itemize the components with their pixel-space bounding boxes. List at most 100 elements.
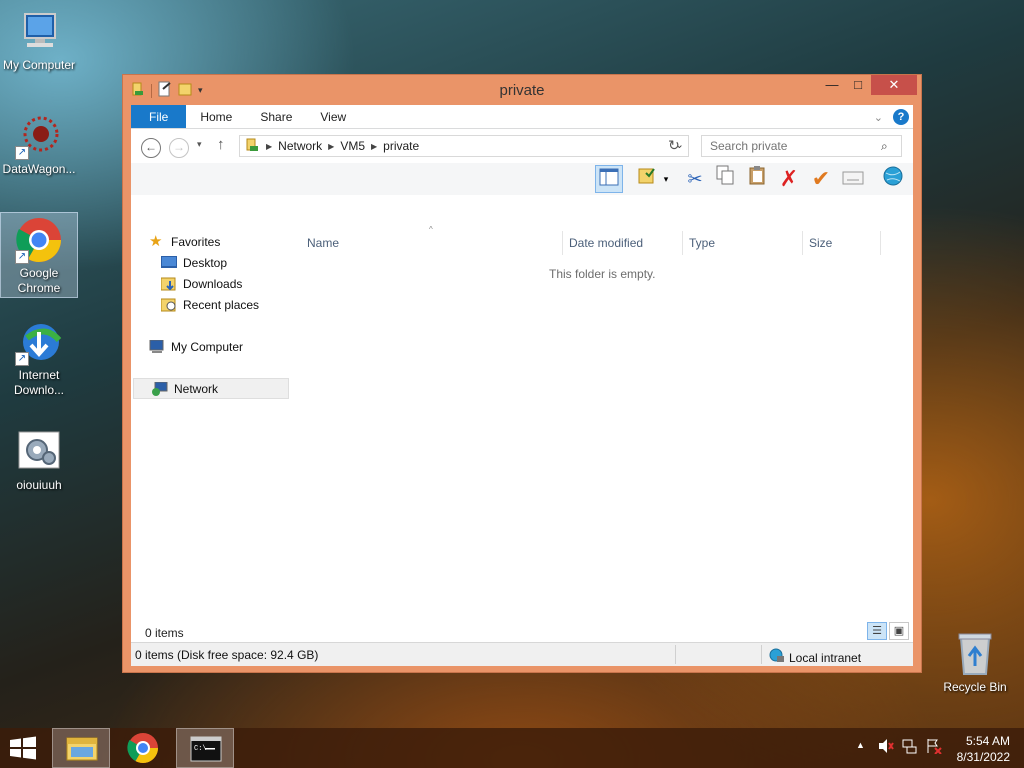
view-toggle: ☰ ▣ — [867, 622, 909, 640]
empty-folder-message: This folder is empty. — [549, 267, 656, 281]
system-tray: ▲ 5:54 AM 8/31/2022 — [844, 728, 1024, 768]
tab-view[interactable]: View — [306, 105, 360, 128]
taskbar-command-prompt[interactable]: C:\ — [176, 728, 234, 768]
preview-pane-button[interactable] — [595, 165, 623, 193]
desktop-icon-oiouiuuh[interactable]: oiouiuuh — [1, 428, 77, 493]
details-view-button[interactable]: ☰ — [867, 622, 887, 640]
explorer-content: File Home Share View ⌄ ? ← → ▾ ↑ ▶ Netwo… — [131, 105, 913, 666]
nav-desktop[interactable]: Desktop — [131, 252, 291, 273]
status-zone: Local intranet — [769, 648, 861, 667]
chrome-icon: ↗ — [15, 216, 63, 264]
search-input[interactable] — [701, 135, 902, 157]
nav-downloads-label: Downloads — [183, 276, 243, 291]
intranet-globe-icon — [769, 648, 785, 667]
maximize-button[interactable]: □ — [845, 75, 871, 95]
show-hidden-icons-icon[interactable]: ▲ — [856, 740, 865, 750]
address-row: ← → ▾ ↑ ▶ Network ▶ VM5 ▶ private ⌄ ↻ ⌕ — [131, 129, 913, 163]
nav-favorites[interactable]: ★ Favorites — [131, 231, 291, 252]
close-button[interactable]: ✕ — [871, 75, 917, 95]
start-button[interactable] — [8, 736, 38, 760]
breadcrumb-network[interactable]: Network — [278, 139, 322, 153]
expand-ribbon-icon[interactable]: ⌄ — [874, 111, 883, 124]
star-icon: ★ — [149, 232, 163, 250]
folder-options-icon[interactable] — [633, 165, 661, 193]
refresh-icon[interactable]: ↻ — [659, 137, 689, 154]
breadcrumb-vm5[interactable]: VM5 — [340, 139, 365, 153]
clock-date: 8/31/2022 — [956, 750, 1010, 764]
network-status-icon[interactable] — [902, 738, 918, 757]
delete-icon[interactable]: ✗ — [775, 165, 803, 193]
status-zone-label: Local intranet — [789, 650, 862, 665]
breadcrumb-chevron-icon[interactable]: ▶ — [371, 142, 377, 151]
desktop-icon-datawagon[interactable]: ↗ DataWagon... — [1, 112, 77, 177]
status-divider — [761, 645, 762, 664]
shortcut-arrow-icon: ↗ — [15, 352, 29, 366]
action-center-icon[interactable] — [926, 738, 942, 757]
nav-my-computer-label: My Computer — [171, 339, 244, 354]
status-bar: 0 items (Disk free space: 92.4 GB) Local… — [131, 642, 913, 666]
toolbar-dropdown-icon[interactable]: ▾ — [659, 165, 673, 193]
desktop-icon-recycle-bin[interactable]: Recycle Bin — [937, 630, 1013, 695]
breadcrumb-private[interactable]: private — [383, 139, 419, 153]
nav-desktop-label: Desktop — [183, 255, 228, 270]
nav-downloads[interactable]: Downloads — [131, 273, 291, 294]
downloads-folder-icon — [160, 277, 177, 291]
help-icon[interactable]: ? — [893, 109, 909, 125]
breadcrumb-chevron-icon[interactable]: ▶ — [328, 142, 334, 151]
status-divider — [675, 645, 676, 664]
minimize-button[interactable]: — — [819, 75, 845, 95]
explorer-window: ▾ private — □ ✕ File Home Share View ⌄ ?… — [122, 74, 922, 673]
tab-home[interactable]: Home — [186, 105, 246, 128]
address-bar[interactable]: ▶ Network ▶ VM5 ▶ private ⌄ — [239, 135, 689, 157]
column-header-date-modified[interactable]: Date modified — [563, 231, 683, 255]
rename-icon[interactable] — [839, 165, 867, 193]
tab-file[interactable]: File — [131, 105, 187, 128]
tab-share[interactable]: Share — [246, 105, 306, 128]
globe-icon[interactable] — [879, 165, 907, 193]
nav-network[interactable]: Network — [133, 378, 289, 399]
desktop-icon-internet-download-manager[interactable]: ↗ Internet Downlo... — [1, 318, 77, 398]
desktop-icon-google-chrome[interactable]: ↗ Google Chrome — [0, 212, 78, 298]
back-button[interactable]: ← — [141, 138, 161, 158]
idm-icon: ↗ — [15, 318, 63, 366]
desktop-icon-label: Internet Downlo... — [13, 368, 65, 397]
large-icons-view-button[interactable]: ▣ — [889, 622, 909, 640]
nav-favorites-label: Favorites — [171, 234, 221, 249]
taskbar-chrome[interactable] — [114, 728, 172, 768]
search-icon[interactable]: ⌕ — [881, 139, 888, 154]
recent-locations-icon[interactable]: ▾ — [197, 139, 202, 150]
network-folder-icon — [244, 137, 260, 156]
status-disk-space: 0 items (Disk free space: 92.4 GB) — [135, 648, 319, 662]
cut-icon[interactable]: ✂ — [681, 165, 709, 193]
nav-recent-places[interactable]: Recent places — [131, 294, 291, 315]
navigation-pane: ★ Favorites Desktop Downloads Recent pla… — [131, 231, 291, 399]
paste-icon[interactable] — [743, 165, 771, 193]
shortcut-arrow-icon: ↗ — [15, 250, 29, 264]
clock[interactable]: 5:54 AM 8/31/2022 — [957, 733, 1010, 765]
copy-icon[interactable] — [711, 165, 739, 193]
desktop-icon-label: My Computer — [2, 58, 76, 72]
column-header-type[interactable]: Type — [683, 231, 803, 255]
column-header-name[interactable]: Name — [301, 231, 563, 255]
volume-muted-icon[interactable] — [878, 738, 894, 757]
window-controls: — □ ✕ — [819, 75, 917, 95]
title-bar[interactable]: ▾ private — □ ✕ — [123, 75, 921, 105]
nav-my-computer[interactable]: My Computer — [131, 336, 291, 357]
network-icon — [152, 381, 168, 396]
desktop-icon-my-computer[interactable]: My Computer — [1, 8, 77, 73]
properties-check-icon[interactable]: ✔ — [807, 165, 835, 193]
ribbon-controls: ⌄ ? — [874, 109, 909, 125]
desktop-icon-label: Google Chrome — [17, 266, 61, 295]
chrome-icon — [127, 733, 158, 764]
column-header-size[interactable]: Size — [803, 231, 881, 255]
ribbon-tabs: File Home Share View ⌄ ? — [131, 105, 913, 129]
windows-logo-icon — [10, 736, 36, 760]
breadcrumb-chevron-icon[interactable]: ▶ — [266, 142, 272, 151]
settings-file-icon — [15, 428, 63, 476]
up-button[interactable]: ↑ — [217, 136, 225, 153]
taskbar-file-explorer[interactable] — [52, 728, 110, 768]
window-title: private — [499, 82, 545, 99]
items-count: 0 items — [145, 626, 184, 640]
sort-ascending-icon: ^ — [429, 225, 433, 234]
forward-button[interactable]: → — [169, 138, 189, 158]
